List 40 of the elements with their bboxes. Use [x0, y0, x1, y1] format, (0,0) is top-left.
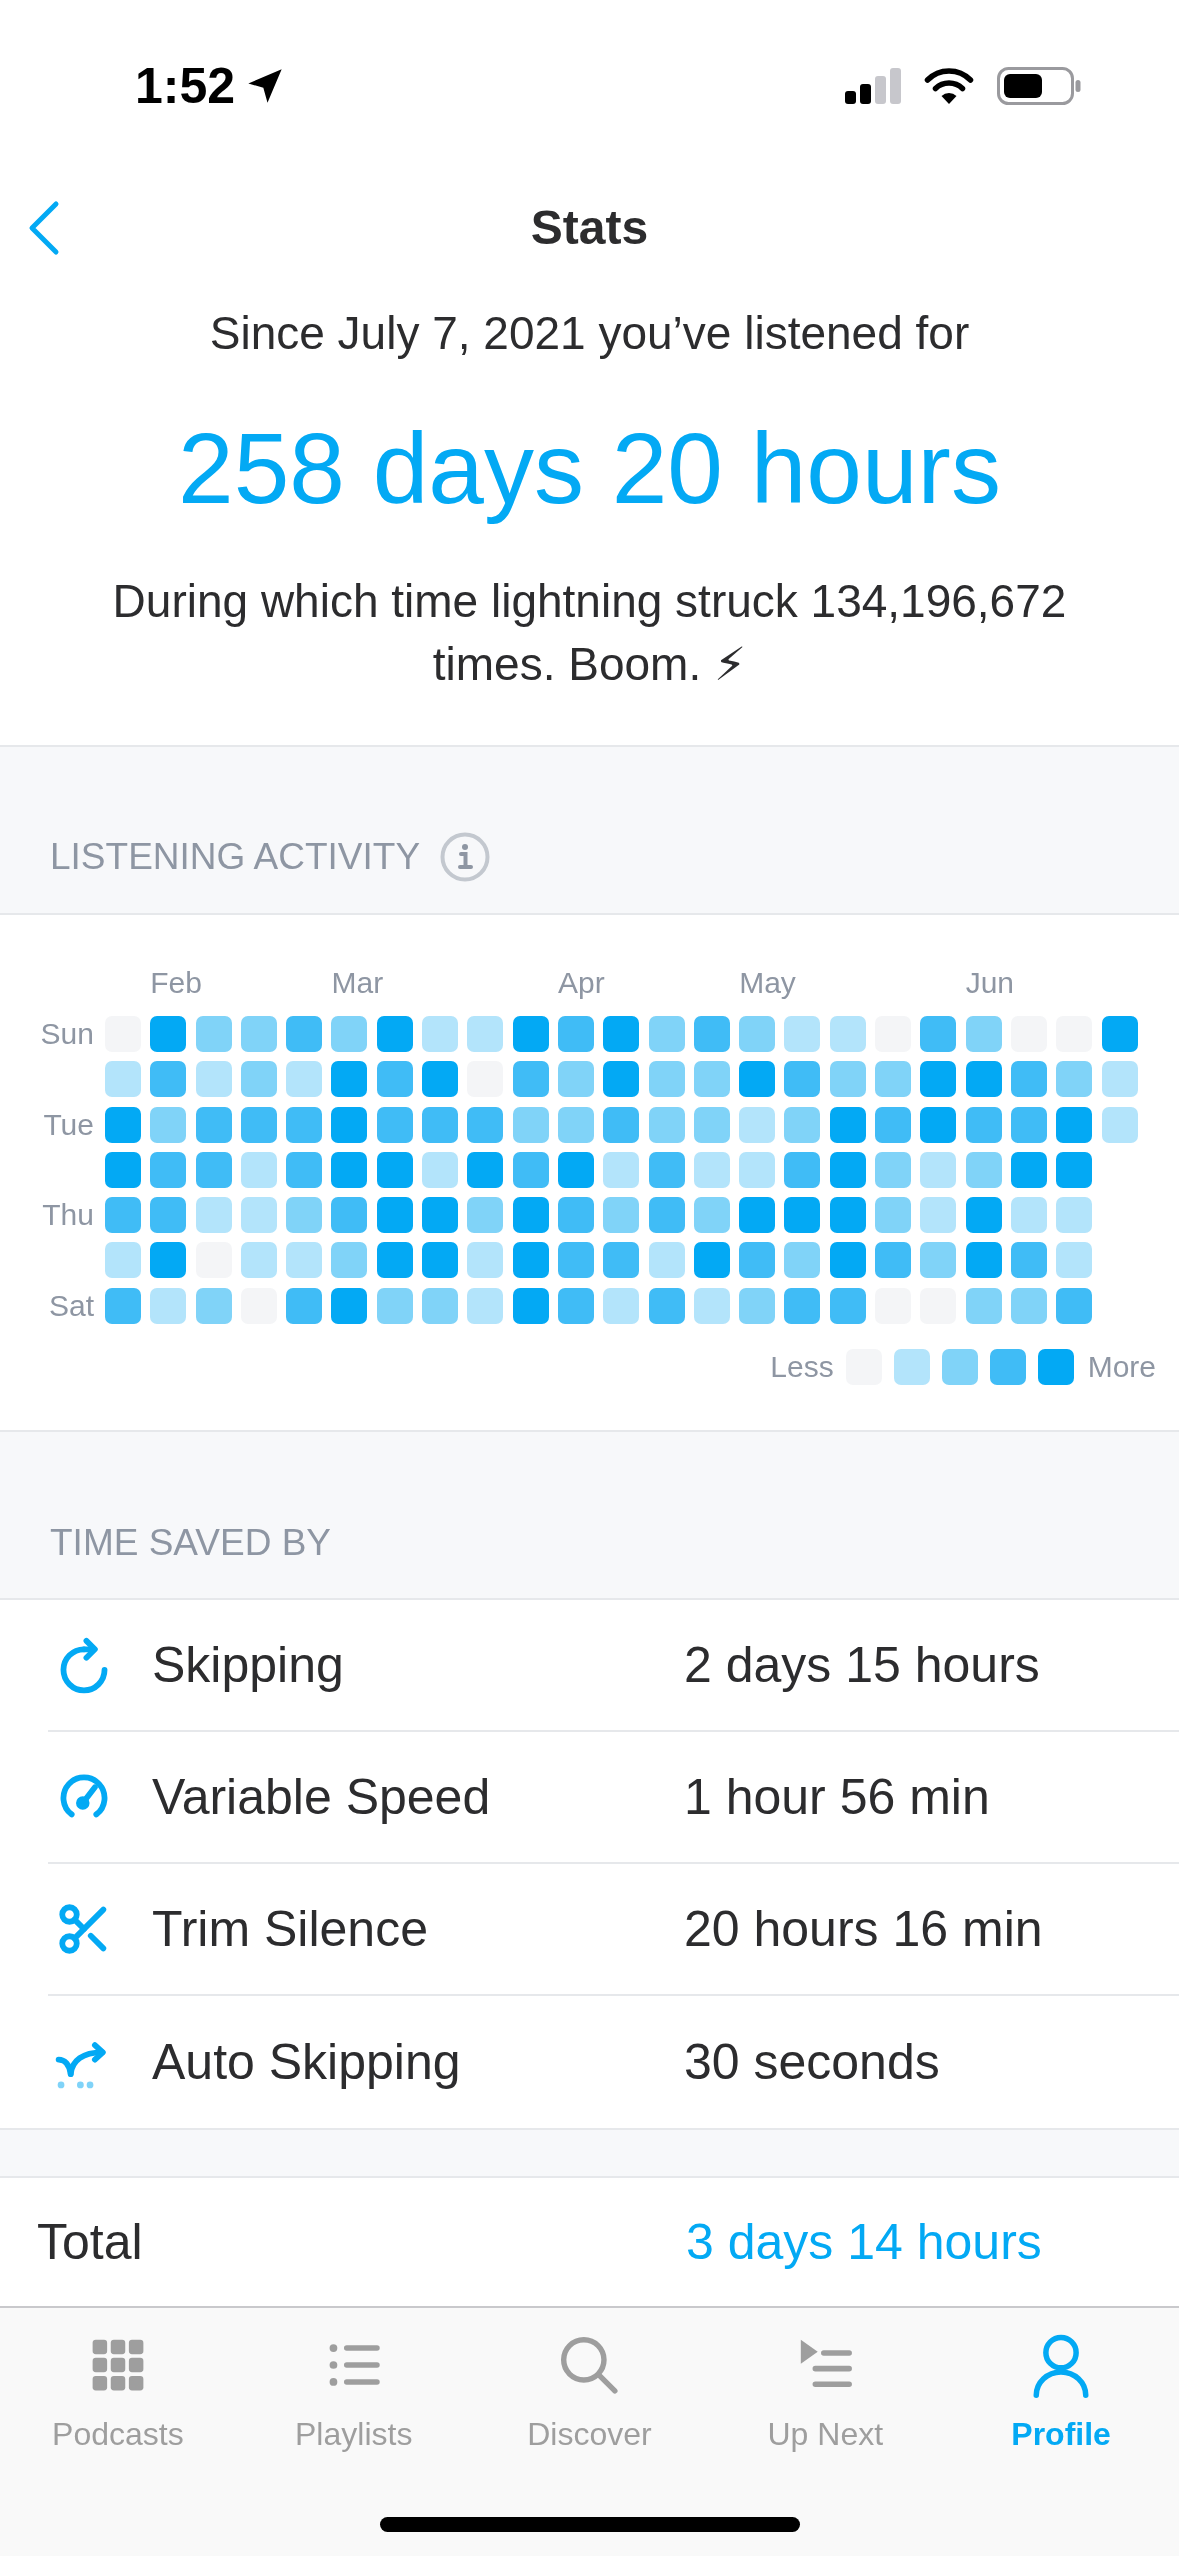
feature-label: Variable Speed — [152, 1768, 492, 1827]
feature-label: Trim Silence — [152, 1900, 429, 1959]
section-title: LISTENING ACTIVITY — [50, 835, 421, 879]
back-button[interactable] — [28, 200, 60, 256]
saved-time: 2 days 15 hours — [684, 1636, 1040, 1695]
month-label: Apr — [557, 965, 605, 1001]
section-title: TIME SAVED BY — [50, 1521, 331, 1565]
saved-time: 20 hours 16 min — [684, 1900, 1043, 1959]
tab-button[interactable]: Up Next — [767, 2308, 884, 2454]
search-icon — [558, 2334, 621, 2396]
day-label: Thu — [42, 1197, 94, 1234]
saved-time: 30 seconds — [684, 2033, 940, 2092]
tab-button[interactable]: Profile — [1011, 2308, 1111, 2454]
feature-label: Skipping — [152, 1636, 345, 1695]
chevron-left-icon — [28, 200, 60, 256]
battery-icon — [997, 67, 1081, 105]
wifi-icon — [923, 67, 975, 105]
info-icon[interactable] — [440, 832, 491, 882]
feature-label: Auto Skipping — [152, 2033, 462, 2092]
status-time: 1:52 — [135, 57, 236, 116]
legend-label: Less — [770, 1348, 834, 1385]
tab-button[interactable]: Podcasts — [52, 2308, 184, 2454]
tab-button[interactable]: Playlists — [295, 2308, 413, 2454]
listening-total: 258 days 20 hours — [178, 411, 1001, 526]
intro-text: Since July 7, 2021 you’ve listened for — [209, 306, 970, 361]
day-label: Sun — [40, 1016, 94, 1052]
month-label: Feb — [150, 965, 202, 1001]
month-label: Mar — [331, 965, 384, 1001]
tab-button[interactable]: Discover — [527, 2308, 652, 2454]
total-time: 3 days 14 hours — [686, 2213, 1042, 2272]
fact-text: During which time lightning struck 134,196,672 times. Boom. ⚡ — [111, 574, 1068, 692]
legend-label: More — [1087, 1348, 1156, 1385]
day-label: Tue — [43, 1106, 94, 1143]
signal-icon — [845, 68, 901, 104]
day-label: Sat — [48, 1287, 94, 1324]
month-label: Jun — [965, 965, 1014, 1001]
saved-time: 1 hour 56 min — [684, 1768, 990, 1827]
total-label: Total — [37, 2213, 144, 2272]
page-title: Stats — [530, 200, 649, 256]
month-label: May — [739, 965, 796, 1001]
